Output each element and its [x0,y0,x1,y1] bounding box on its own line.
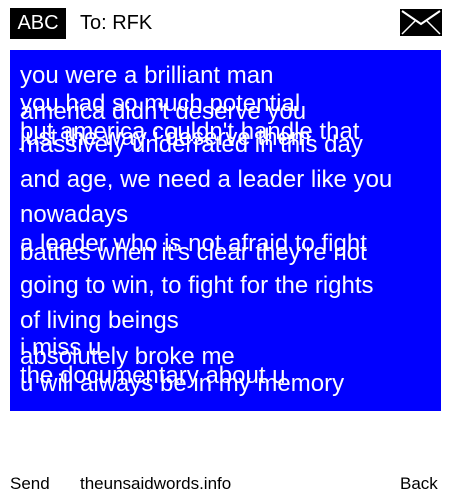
send-button[interactable]: Send [10,472,50,496]
message-line: massively underrated in this day [20,131,363,158]
message-panel: you were a brilliant man you had so much… [10,50,441,411]
recipient-label: To: RFK [80,12,153,34]
message-line: you were a brilliant man [20,62,274,89]
site-link[interactable]: theunsaidwords.info [80,472,231,496]
message-line: going to win, to fight for the rights [20,272,374,299]
envelope-icon[interactable] [400,9,442,36]
message-line: battles when it's clear they're not [20,239,367,266]
message-line: and age, we need a leader like you [20,166,393,193]
message-line: nowadays [20,201,129,228]
app-logo: ABC [10,8,66,39]
footer-bar: Send theunsaidwords.info Back [0,472,450,496]
back-button[interactable]: Back [400,472,438,496]
message-line: of living beings [20,307,179,334]
message-line: u will always be in my memory [20,370,345,397]
header-bar: ABC To: RFK [0,0,450,46]
